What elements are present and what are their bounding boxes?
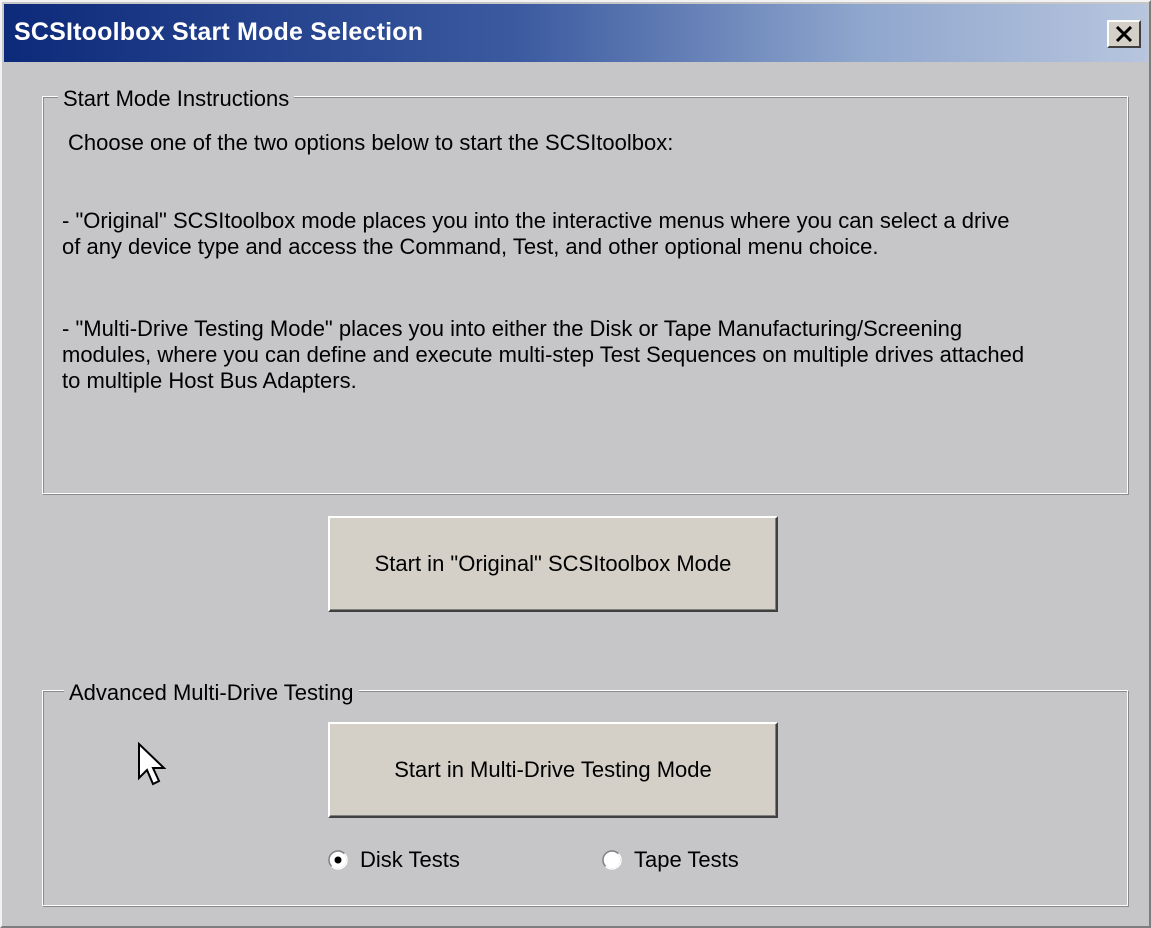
instructions-intro: Choose one of the two options below to s…: [68, 130, 674, 155]
close-button[interactable]: [1107, 20, 1141, 48]
title-bar[interactable]: SCSItoolbox Start Mode Selection: [4, 4, 1147, 62]
radio-unselected-icon: [602, 850, 622, 870]
tape-tests-radio[interactable]: Tape Tests: [602, 847, 739, 873]
tape-tests-label: Tape Tests: [634, 847, 739, 872]
window-title: SCSItoolbox Start Mode Selection: [14, 18, 424, 46]
multidrive-mode-description: - "Multi-Drive Testing Mode" places you …: [62, 316, 1025, 393]
disk-tests-label: Disk Tests: [360, 847, 460, 872]
start-original-mode-button[interactable]: Start in "Original" SCSItoolbox Mode: [328, 516, 778, 612]
original-mode-description: - "Original" SCSItoolbox mode places you…: [62, 208, 1010, 259]
mouse-pointer-icon: [138, 742, 167, 786]
close-icon: [1115, 26, 1133, 42]
disk-tests-radio[interactable]: Disk Tests: [328, 847, 460, 873]
instructions-group-legend: Start Mode Instructions: [58, 86, 295, 112]
start-mode-dialog: SCSItoolbox Start Mode Selection Start M…: [0, 0, 1151, 928]
advanced-testing-group-legend: Advanced Multi-Drive Testing: [64, 680, 359, 706]
radio-selected-icon: [328, 850, 348, 870]
start-multidrive-testing-button[interactable]: Start in Multi-Drive Testing Mode: [328, 722, 778, 818]
